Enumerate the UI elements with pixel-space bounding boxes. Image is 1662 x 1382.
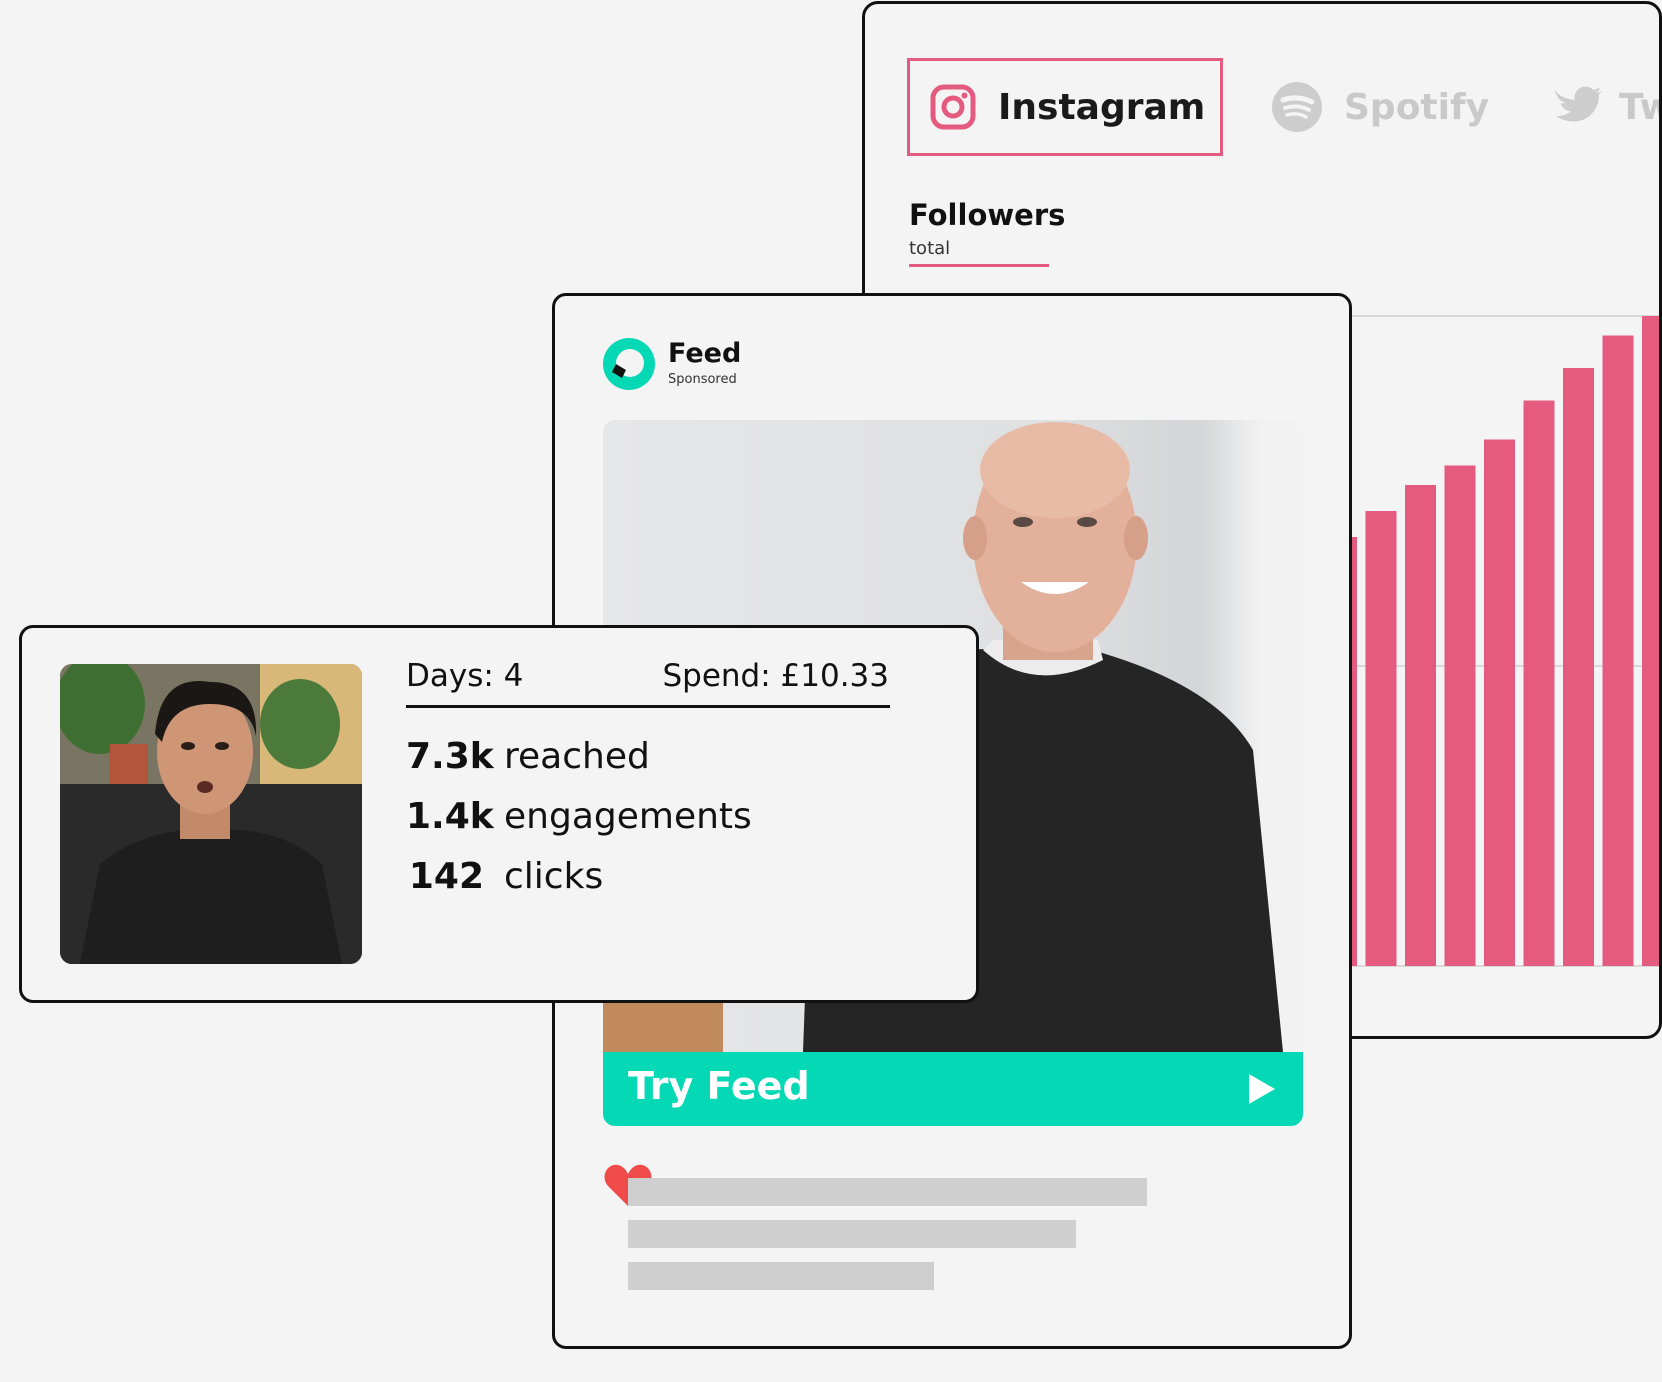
days-label: Days: 4 (406, 658, 524, 694)
sponsored-label: Sponsored (668, 372, 737, 387)
chart-bar (1563, 368, 1594, 966)
chart-bar (1444, 465, 1476, 966)
chart-bar (1602, 335, 1634, 966)
caption-placeholder-3 (628, 1262, 934, 1290)
chart-bar (1405, 485, 1436, 966)
chart-bar (1365, 511, 1397, 966)
reached-label: reached (504, 736, 650, 777)
stats-divider (406, 705, 890, 708)
reached-value: 7.3k (406, 736, 494, 777)
caption-placeholder-2 (628, 1220, 1076, 1248)
chart-bar (1642, 316, 1659, 966)
campaign-stats-card: Days: 4 Spend: £10.33 7.3k reached 1.4k … (19, 625, 979, 1003)
cta-label: Try Feed (628, 1064, 810, 1108)
engagements-label: engagements (504, 796, 752, 837)
brand-name: Feed (668, 338, 742, 369)
caption-placeholder-1 (628, 1178, 1147, 1206)
spend-label: Spend: £10.33 (662, 658, 889, 694)
chart-bar (1523, 400, 1555, 966)
play-icon[interactable] (1249, 1074, 1275, 1104)
clicks-value: 142 (408, 856, 484, 897)
campaign-thumbnail (60, 664, 362, 964)
try-feed-cta[interactable]: Try Feed (603, 1052, 1303, 1126)
clicks-label: clicks (504, 856, 604, 897)
feed-logo-icon (603, 338, 655, 390)
thumbnail-person-image (60, 664, 362, 964)
engagements-value: 1.4k (406, 796, 494, 837)
chart-bar (1484, 439, 1515, 966)
